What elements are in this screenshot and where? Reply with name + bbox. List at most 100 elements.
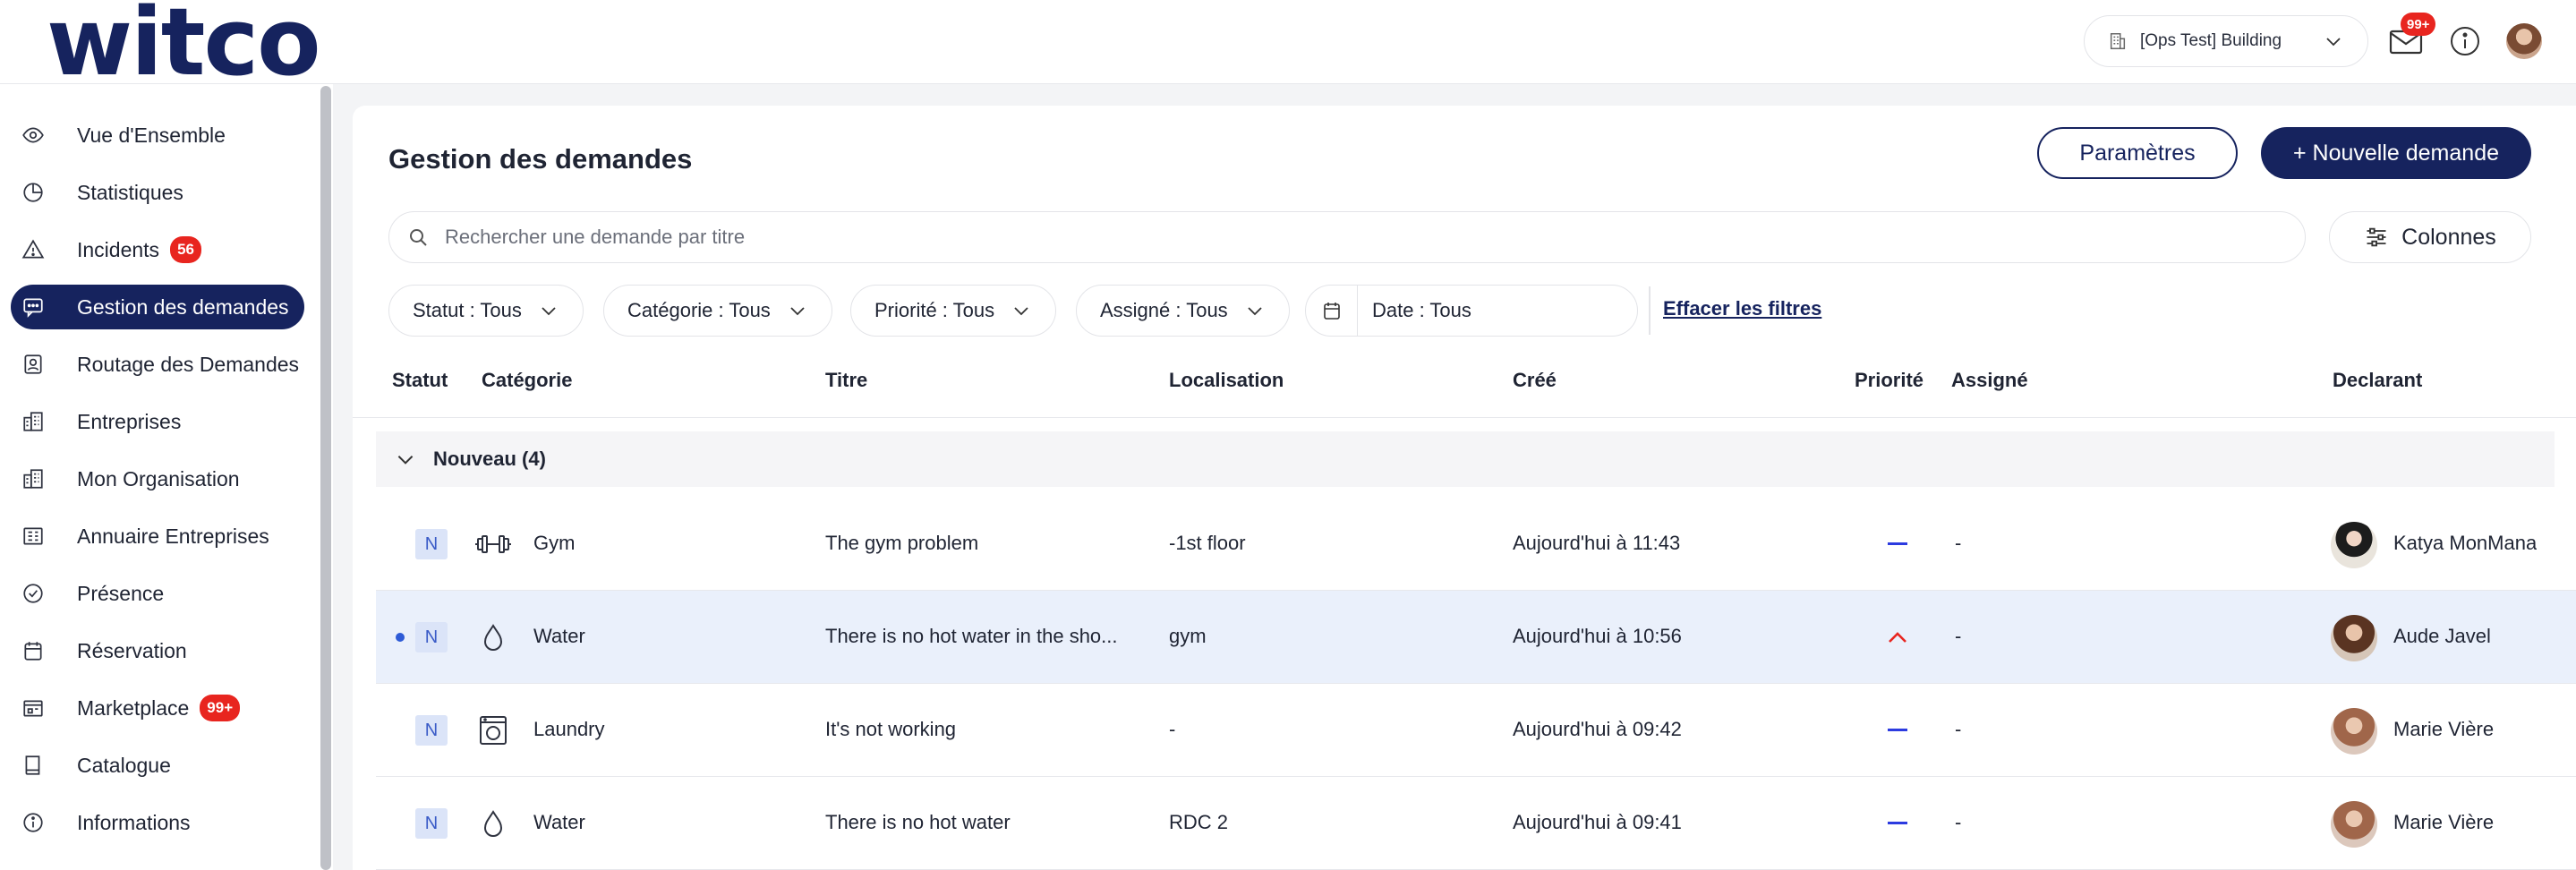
water-drop-icon — [483, 810, 503, 837]
sidebar-item-statistiques[interactable]: Statistiques — [11, 170, 304, 215]
priority-medium-icon — [1888, 729, 1907, 731]
declarant-avatar — [2331, 801, 2377, 848]
location: gym — [1169, 625, 1207, 647]
book-icon — [25, 755, 40, 775]
witco-logo[interactable]: witco — [47, 0, 321, 89]
created-date: Aujourd'hui à 09:41 — [1513, 811, 1682, 833]
dumbbell-icon — [475, 535, 511, 553]
top-bar: witco [Ops Test] Building 99+ — [0, 0, 2576, 89]
created-date: Aujourd'hui à 09:42 — [1513, 718, 1682, 740]
new-request-button[interactable]: + Nouvelle demande — [2261, 127, 2531, 179]
columns-label: Colonnes — [2401, 224, 2496, 250]
chevron-down-icon — [2326, 38, 2341, 47]
search-bar[interactable] — [388, 211, 2306, 263]
sidebar-item-label: Marketplace — [77, 695, 190, 720]
sidebar-item-presence[interactable]: Présence — [11, 571, 304, 616]
building-name: [Ops Test] Building — [2140, 31, 2282, 50]
search-input[interactable] — [445, 226, 2305, 249]
clear-filters-link[interactable]: Effacer les filtres — [1663, 297, 1821, 320]
filter-label: Assigné : Tous — [1100, 299, 1228, 321]
status-badge: N — [415, 622, 448, 652]
sidebar-item-entreprises[interactable]: Entreprises — [11, 399, 304, 444]
column-header-declarant[interactable]: Declarant — [2333, 369, 2422, 392]
column-header-cree[interactable]: Créé — [1513, 369, 1557, 392]
sidebar-item-label: Réservation — [77, 638, 187, 662]
sidebar-item-label: Incidents — [77, 237, 160, 261]
directory-icon — [23, 527, 43, 545]
sidebar-item-gestion-demandes[interactable]: Gestion des demandes — [11, 285, 304, 329]
organisation-icon — [23, 469, 43, 489]
column-header-titre[interactable]: Titre — [825, 369, 867, 392]
building-selector[interactable]: [Ops Test] Building — [2084, 15, 2368, 67]
unread-indicator — [396, 633, 405, 642]
marketplace-badge: 99+ — [200, 695, 241, 721]
priority-medium-icon — [1888, 542, 1907, 545]
columns-button[interactable]: Colonnes — [2329, 211, 2531, 263]
request-title: There is no hot water in the sho... — [825, 625, 1118, 647]
routing-icon — [24, 354, 42, 374]
filter-divider — [1649, 286, 1651, 335]
sidebar-item-label: Catalogue — [77, 753, 171, 777]
sidebar-item-label: Informations — [77, 810, 191, 834]
sidebar-item-label: Routage des Demandes — [77, 352, 300, 376]
sidebar-item-informations[interactable]: Informations — [11, 800, 304, 845]
sidebar-item-marketplace[interactable]: Marketplace 99+ — [11, 686, 304, 730]
column-header-localisation[interactable]: Localisation — [1169, 369, 1284, 392]
sidebar-item-mon-organisation[interactable]: Mon Organisation — [11, 456, 304, 501]
status-badge: N — [415, 808, 448, 839]
location: RDC 2 — [1169, 811, 1229, 833]
sidebar-item-incidents[interactable]: Incidents 56 — [11, 227, 304, 272]
column-header-priorite[interactable]: Priorité — [1855, 369, 1923, 392]
filter-statut[interactable]: Statut : Tous — [388, 285, 584, 337]
chevron-down-icon — [1248, 307, 1262, 316]
sidebar-item-label: Annuaire Entreprises — [77, 524, 269, 548]
sidebar-item-routage[interactable]: Routage des Demandes — [11, 342, 304, 387]
user-avatar[interactable] — [2506, 23, 2542, 59]
water-drop-icon — [483, 624, 503, 651]
sidebar-item-label: Mon Organisation — [77, 466, 240, 490]
warning-icon — [21, 239, 45, 259]
calendar-icon — [24, 642, 42, 661]
filter-label: Priorité : Tous — [874, 299, 995, 321]
filter-categorie[interactable]: Catégorie : Tous — [603, 285, 832, 337]
table-row[interactable]: N Gym The gym problem -1st floor Aujourd… — [376, 498, 2576, 591]
sidebar-item-annuaire[interactable]: Annuaire Entreprises — [11, 514, 304, 559]
table-row[interactable]: N Water There is no hot water RDC 2 Aujo… — [376, 777, 2576, 870]
assignee: - — [1955, 625, 1962, 647]
filter-assigne[interactable]: Assigné : Tous — [1076, 285, 1290, 337]
chevron-down-icon — [790, 307, 805, 316]
location: -1st floor — [1169, 532, 1246, 554]
shop-icon — [23, 700, 43, 717]
chevron-down-icon — [1014, 307, 1028, 316]
table-row[interactable]: N Laundry It's not working - Aujourd'hui… — [376, 684, 2576, 777]
buildings-icon — [23, 412, 43, 431]
declarant-avatar — [2331, 615, 2377, 661]
mail-button[interactable]: 99+ — [2388, 13, 2436, 57]
sidebar-item-label: Entreprises — [77, 409, 182, 433]
column-header-statut[interactable]: Statut — [392, 369, 448, 392]
column-header-assigne[interactable]: Assigné — [1951, 369, 2028, 392]
sidebar-item-vue-ensemble[interactable]: Vue d'Ensemble — [11, 113, 304, 158]
settings-button[interactable]: Paramètres — [2037, 127, 2238, 179]
table-row[interactable]: N Water There is no hot water in the sho… — [376, 591, 2576, 684]
filter-date[interactable]: Date : Tous — [1305, 285, 1638, 337]
column-header-categorie[interactable]: Catégorie — [482, 369, 572, 392]
filter-label: Catégorie : Tous — [627, 299, 771, 321]
declarant-avatar — [2331, 708, 2377, 755]
filter-label: Statut : Tous — [413, 299, 522, 321]
sidebar-item-reservation[interactable]: Réservation — [11, 628, 304, 673]
group-header-nouveau[interactable]: Nouveau (4) — [376, 431, 2555, 487]
declarant-avatar — [2331, 522, 2377, 568]
filter-priorite[interactable]: Priorité : Tous — [850, 285, 1057, 337]
assignee: - — [1955, 811, 1962, 833]
sidebar-item-label: Vue d'Ensemble — [77, 123, 226, 147]
group-label: Nouveau (4) — [433, 448, 546, 470]
request-title: The gym problem — [825, 532, 979, 554]
sidebar-scrollbar[interactable] — [320, 86, 331, 870]
info-button[interactable] — [2449, 25, 2481, 57]
building-icon — [2110, 33, 2126, 49]
created-date: Aujourd'hui à 10:56 — [1513, 625, 1682, 647]
sidebar-item-catalogue[interactable]: Catalogue — [11, 743, 304, 788]
category-label: Gym — [533, 532, 576, 554]
request-title: There is no hot water — [825, 811, 1011, 833]
